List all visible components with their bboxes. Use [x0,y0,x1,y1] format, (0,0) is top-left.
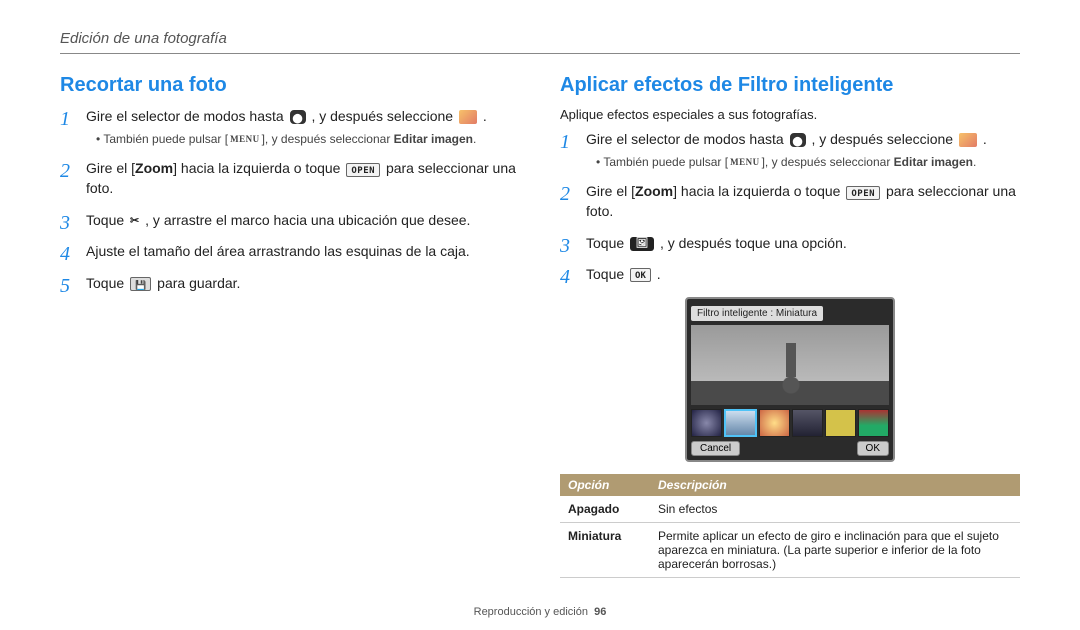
open-button-icon: OPEN [346,163,380,177]
filter-thumbnail-strip [691,409,889,437]
ok-button-icon: OK [630,268,651,282]
filter-step-2: Gire el [Zoom] hacia la izquierda o toqu… [560,182,1020,221]
ok-button[interactable]: OK [857,441,889,456]
save-icon: 💾 [130,277,151,291]
filter-step-1-note: También puede pulsar [MENU], y después s… [586,154,1020,171]
filter-step-4: Toque OK . [560,265,1020,285]
crop-step-4: Ajuste el tamaño del área arrastrando la… [60,242,520,262]
edit-image-icon [459,110,477,124]
mode-dial-icon: ⬤ [790,133,806,147]
menu-button-icon: MENU [230,132,260,146]
filter-step-3: Toque 🖼 , y después toque una opción. [560,234,1020,254]
crop-step-1-note: También puede pulsar [MENU], y después s… [86,131,520,148]
menu-button-icon: MENU [730,155,760,169]
cancel-button[interactable]: Cancel [691,441,740,456]
page-footer: Reproducción y edición 96 [0,606,1080,618]
filter-step-1: Gire el selector de modos hasta ⬤ , y de… [560,130,1020,170]
table-row: Miniatura Permite aplicar un efecto de g… [560,522,1020,577]
filter-options-table: Opción Descripción Apagado Sin efectos M… [560,474,1020,578]
table-header-description: Descripción [650,474,1020,496]
filter-thumb[interactable] [858,409,889,437]
breadcrumb: Edición de una fotografía [60,30,1020,54]
filter-thumb[interactable] [759,409,790,437]
heading-smart-filter: Aplicar efectos de Filtro inteligente [560,74,1020,97]
section-smart-filter: Aplicar efectos de Filtro inteligente Ap… [560,74,1020,578]
crop-icon [130,214,139,228]
filter-preview-image [691,325,889,405]
crop-step-1: Gire el selector de modos hasta ⬤ , y de… [60,107,520,147]
filter-thumb[interactable] [792,409,823,437]
crop-step-2: Gire el [Zoom] hacia la izquierda o toqu… [60,159,520,198]
smart-filter-intro: Aplique efectos especiales a sus fotogra… [560,107,1020,122]
crop-step-3: Toque , y arrastre el marco hacia una ub… [60,211,520,231]
filter-preview: Filtro inteligente : Miniatura Cancel OK [685,297,895,462]
heading-crop: Recortar una foto [60,74,520,97]
section-crop: Recortar una foto Gire el selector de mo… [60,74,520,578]
filter-preview-label: Filtro inteligente : Miniatura [691,306,823,321]
filter-thumb[interactable] [825,409,856,437]
edit-image-icon [959,133,977,147]
smart-filter-icon: 🖼 [630,237,654,251]
table-header-option: Opción [560,474,650,496]
mode-dial-icon: ⬤ [290,110,306,124]
open-button-icon: OPEN [846,186,880,200]
filter-thumb-selected[interactable] [724,409,757,437]
table-row: Apagado Sin efectos [560,496,1020,523]
crop-step-5: Toque 💾 para guardar. [60,274,520,294]
filter-thumb[interactable] [691,409,722,437]
